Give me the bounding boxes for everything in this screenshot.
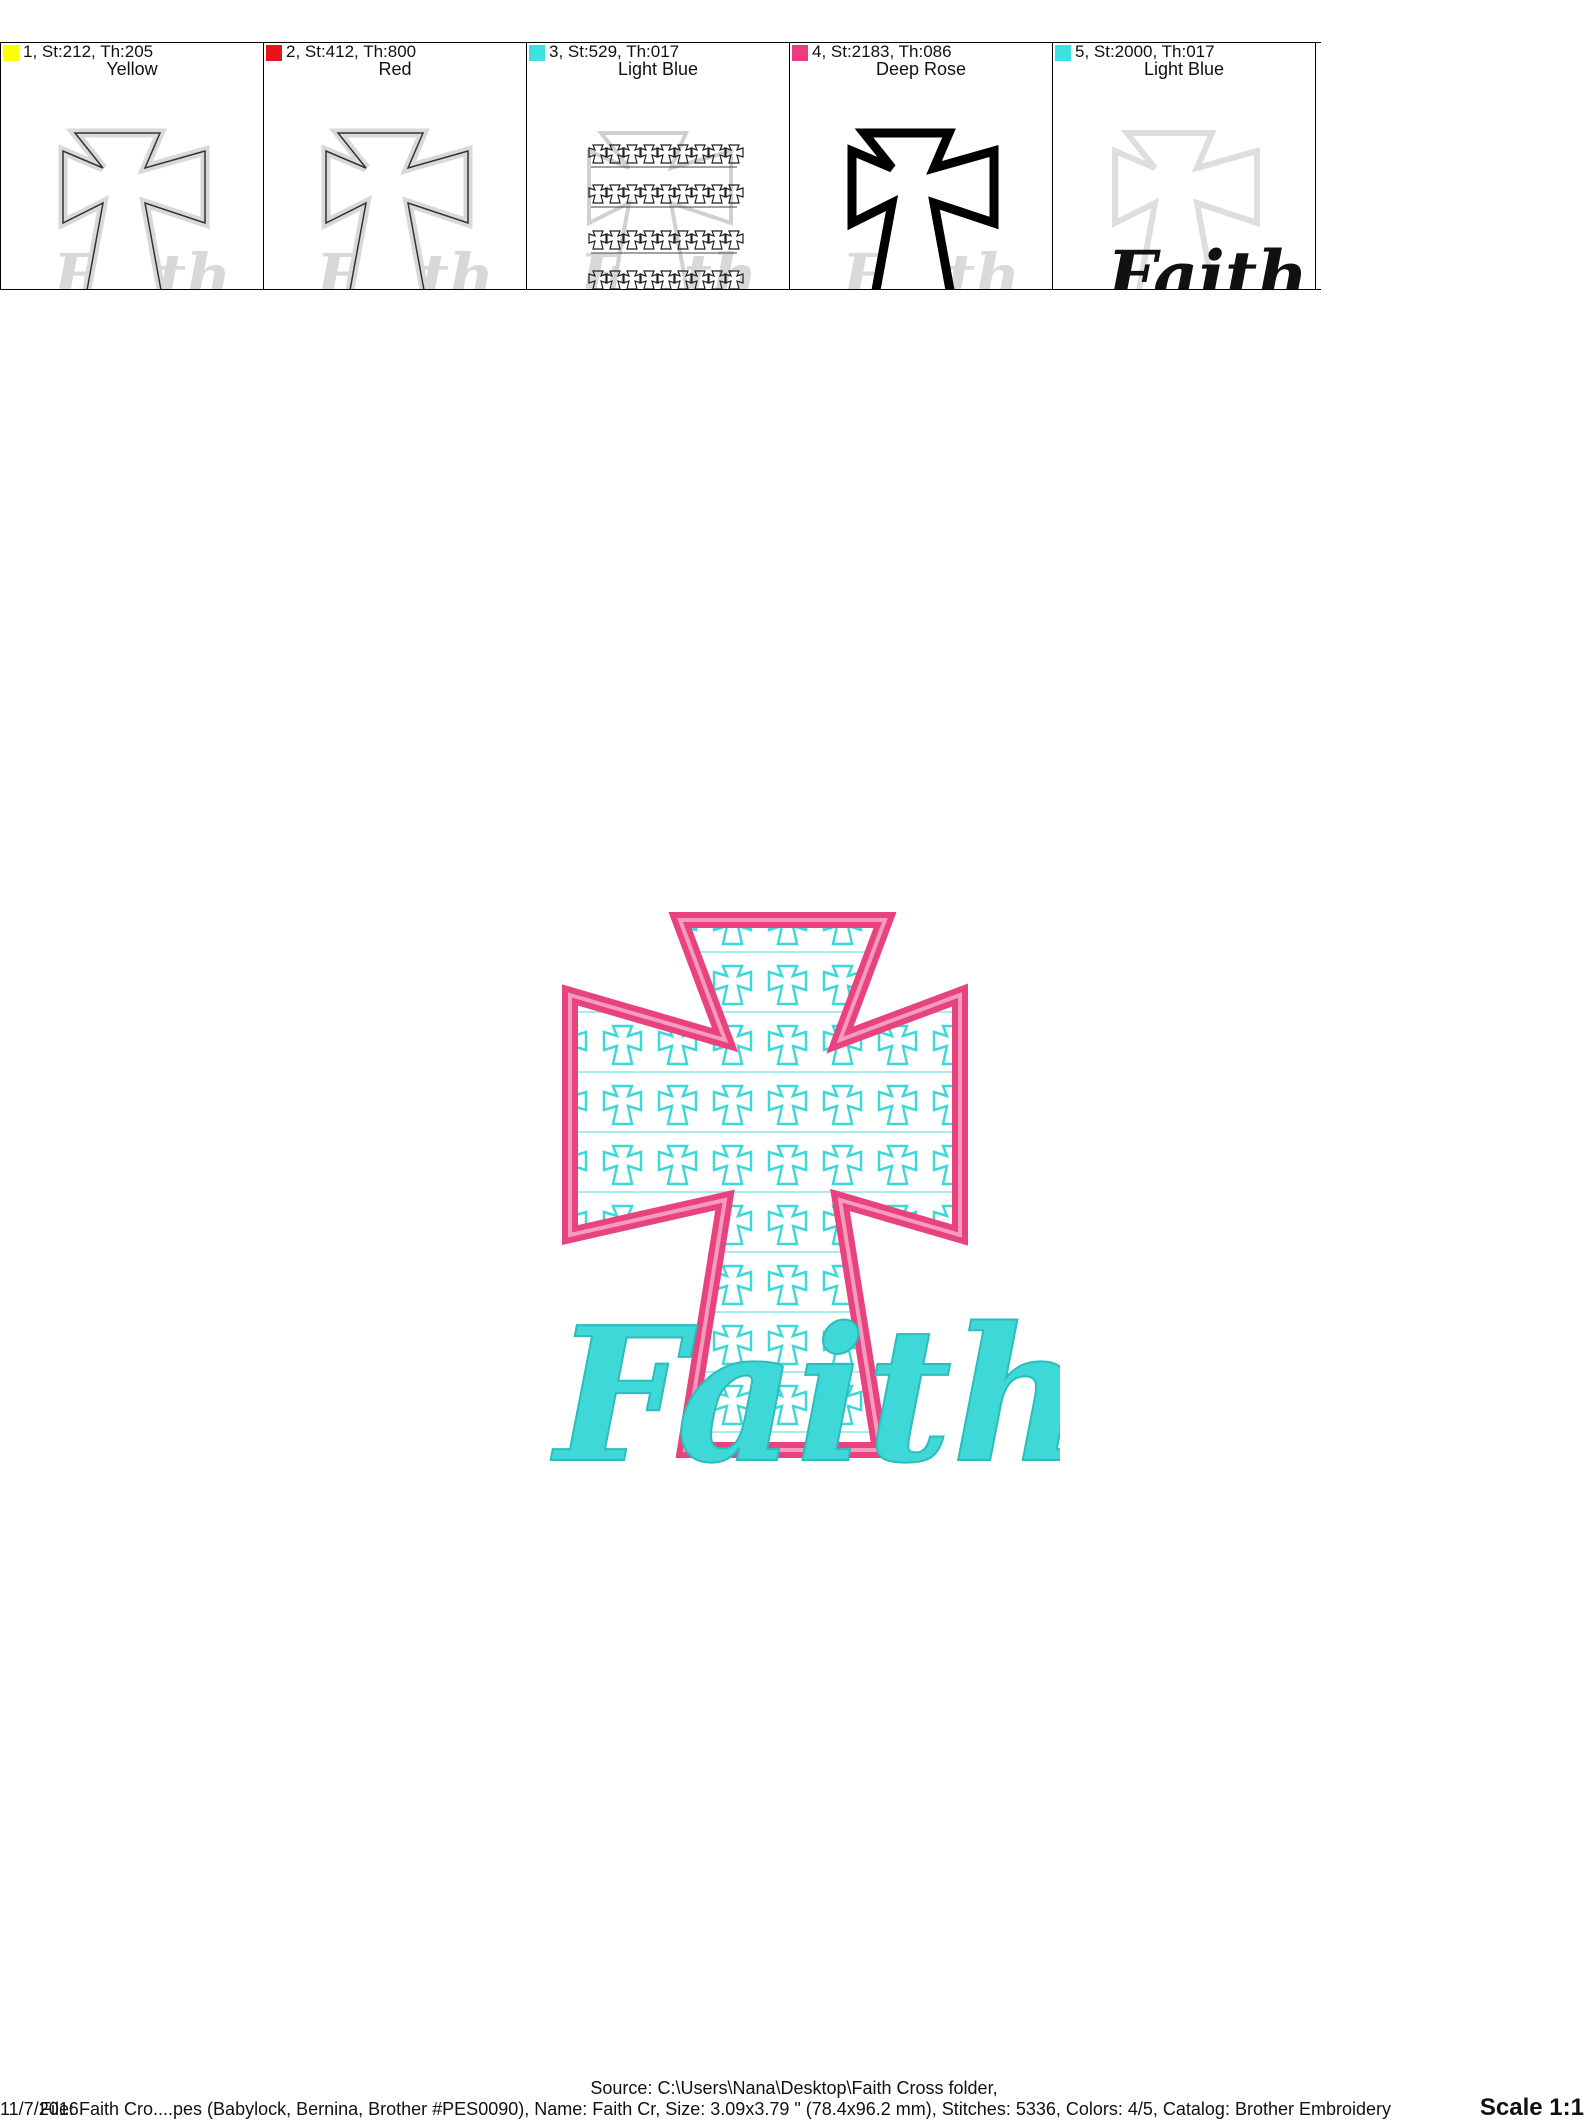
footer-source: Source: C:\Users\Nana\Desktop\Faith Cros…: [590, 2078, 998, 2098]
faith-script-icon: Faith: [1105, 130, 1308, 289]
color-chip: [792, 45, 808, 61]
scale-label: Scale 1:1: [1475, 2094, 1584, 2122]
color-chip: [3, 45, 19, 61]
thumb-faith-word: Faith: [1105, 235, 1308, 289]
cross-outline-icon: Faith: [51, 128, 231, 289]
color-chip: [1055, 45, 1071, 61]
design-preview: Faith: [540, 900, 1087, 1505]
color-stop-cell: Faith1, St:212, Th:205Yellow: [1, 43, 264, 289]
cross-outline-icon: Faith: [314, 128, 494, 289]
color-stop-name: Light Blue: [1143, 59, 1225, 79]
color-chip: [266, 45, 282, 61]
cross-pattern-icon: Faith: [577, 131, 757, 289]
color-stop-cell: Faith2, St:412, Th:800Red: [264, 43, 527, 289]
color-stop-strip: Faith1, St:212, Th:205YellowFaith2, St:4…: [0, 42, 1321, 290]
color-chip: [529, 45, 545, 61]
embroidery-design: Faith: [549, 912, 1087, 1505]
color-stop-name: Red: [378, 59, 412, 79]
color-stop-name: Yellow: [106, 59, 158, 79]
cross-satin-border-icon: Faith: [840, 128, 1020, 289]
footer-file-info: File: Faith Cro....pes (Babylock, Bernin…: [40, 2099, 1392, 2119]
faith-script-text: Faith: [550, 1286, 1060, 1500]
color-stop-cell: Faith3, St:529, Th:017Light Blue: [527, 43, 790, 289]
color-stop-name: Light Blue: [617, 59, 699, 79]
color-stop-cell: Faith 5, St:2000, Th:017 Light Blue: [1053, 43, 1316, 289]
color-stop-name: Deep Rose: [875, 59, 967, 79]
color-stop-cell: Faith4, St:2183, Th:086Deep Rose: [790, 43, 1053, 289]
